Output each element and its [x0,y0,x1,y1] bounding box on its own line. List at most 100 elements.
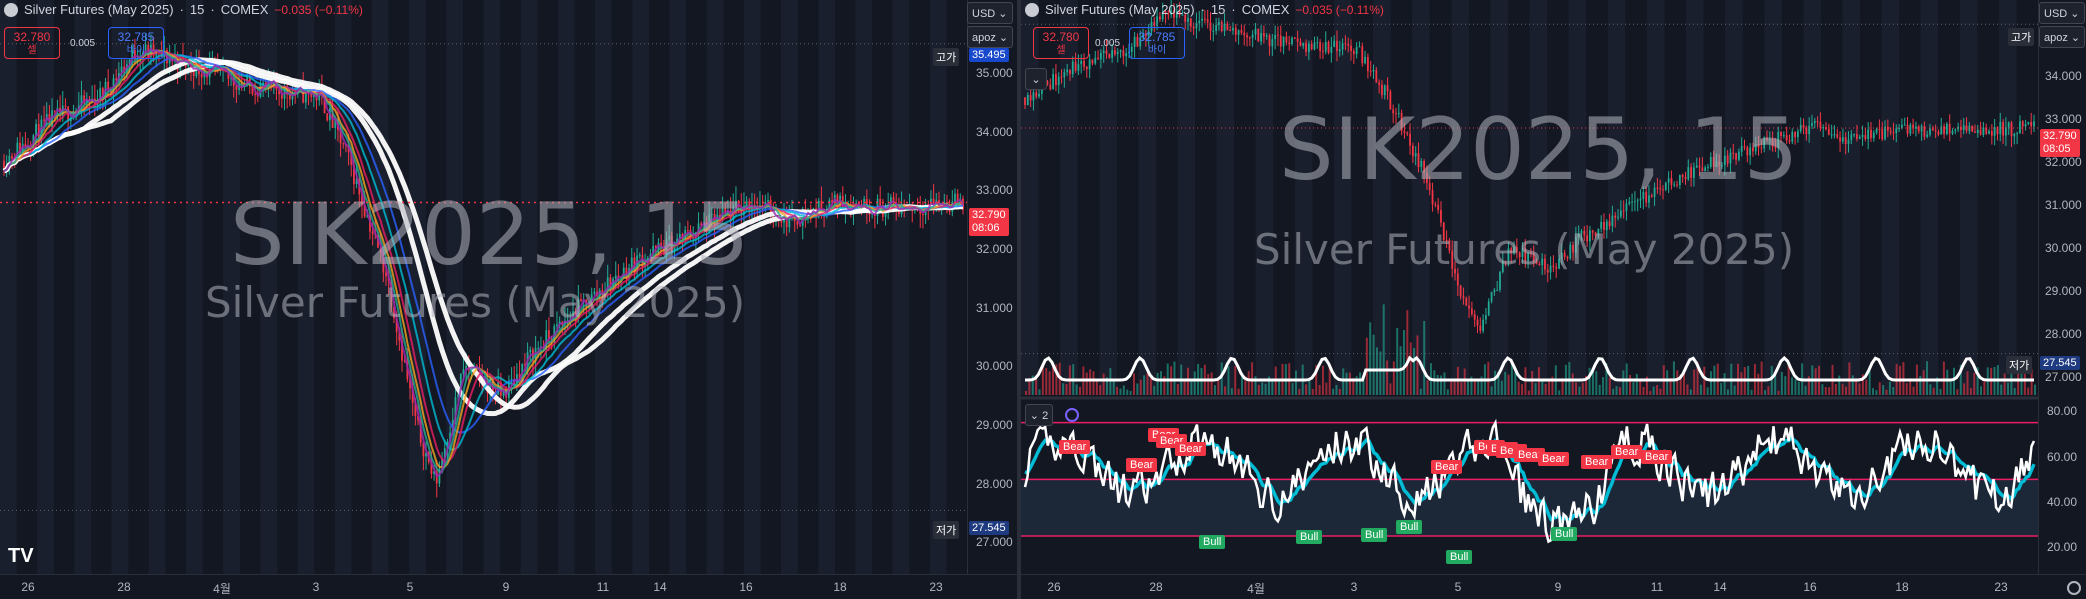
right-candle [1114,50,1116,55]
right-candle [1232,27,1234,31]
right-candle [1954,129,1957,131]
left-sell-button[interactable]: 32.780 셀 [4,27,60,59]
right-volume-bar [1075,384,1078,395]
left-script-select[interactable]: apoz ⌄ [967,26,1013,48]
right-candle [1310,43,1313,50]
right-candle [1125,53,1128,57]
right-buy-button[interactable]: 32.785 바이 [1129,27,1185,59]
right-volume-bar [1500,380,1503,395]
right-volume-bar [1514,371,1517,395]
left-price-scale[interactable]: 35.000 34.000 33.000 32.000 31.000 30.000 29.0… [967,0,1017,599]
gear-icon[interactable] [2067,581,2081,595]
right-volume-bar [1838,375,1841,395]
right-volume-bar [1379,351,1382,395]
right-volume-bar [1882,384,1885,395]
right-volume-bar [1814,368,1817,395]
right-candle [1265,35,1268,37]
right-candle [1884,126,1886,140]
right-y-tick: 33.000 [2045,111,2082,126]
right-low-value: 27.545 [2040,356,2080,370]
right-session-band [1881,0,1900,395]
right-candle [1111,50,1114,58]
right-volume-bar [1359,372,1362,395]
right-volume-bar [1102,373,1105,395]
tradingview-logo[interactable]: TV [8,545,34,568]
right-candle [2016,133,2019,135]
right-volume-bar [1369,322,1372,395]
right-candle [1926,134,1929,137]
right-candle [2024,123,2027,127]
right-chart-pane[interactable]: Silver Futures (May 2025) · 15 · COMEX −… [1021,0,2086,599]
left-y-tick: 30.000 [976,359,1013,374]
right-candle [1240,30,1243,33]
right-price-scale[interactable]: 35.00034.00033.00032.00031.00030.00029.0… [2038,0,2086,599]
right-candle [1094,57,1097,64]
left-time-axis[interactable]: 26 28 4월 3 5 9 11 14 16 18 23 [0,574,1017,599]
left-interval[interactable]: 15 [190,2,204,17]
right-candle [1049,84,1052,90]
right-candle [1099,52,1102,60]
right-script-select[interactable]: apoz ⌄ [2039,26,2085,48]
right-price-plot[interactable] [1021,0,2038,575]
indicator-collapse-button[interactable]: ⌄ 2 [1025,404,1053,426]
right-candle [1811,123,1813,126]
right-volume-bar [1085,372,1088,395]
right-candle [1220,21,1223,32]
right-volume-bar [1973,372,1976,395]
right-volume-bar [1946,369,1949,395]
left-x-tick: 4월 [213,582,231,596]
right-volume-bar [1294,370,1297,395]
right-sell-button[interactable]: 32.780 셀 [1033,27,1089,59]
right-candle [1097,57,1099,60]
right-candle [1479,325,1482,331]
right-time-axis[interactable]: 26 28 4월 3 5 9 11 14 16 18 23 [1021,574,2086,599]
right-candle [1476,319,1479,326]
right-symbol-name[interactable]: Silver Futures (May 2025) [1045,2,1195,17]
left-candle [64,105,67,107]
right-candle [1229,30,1232,32]
right-candle [1861,134,1864,137]
right-candle [1839,137,1841,142]
right-interval[interactable]: 15 [1211,2,1225,17]
right-candle [1035,92,1038,97]
right-candle [1499,271,1501,290]
right-candle [1827,129,1830,135]
right-candle [1898,127,1900,129]
right-candle [1285,36,1288,43]
left-chart-pane[interactable]: Silver Futures (May 2025) · 15 · COMEX −… [0,0,1017,599]
right-volume-bar [1598,384,1601,395]
left-y-tick: 27.000 [976,535,1013,550]
right-candle [1198,20,1201,24]
right-volume-bar [1757,373,1760,395]
right-candle [1251,34,1254,38]
right-candle [1490,291,1493,302]
right-volume-bar [1966,371,1969,395]
right-volume-bar [1494,370,1497,395]
right-candle [1248,37,1251,39]
right-candle [1920,126,1923,132]
right-x-tick: 14 [1713,580,1727,594]
right-volume-bar [1318,384,1321,395]
left-currency-select[interactable]: USD ⌄ [967,2,1013,24]
right-x-tick: 11 [1650,580,1664,594]
right-currency-select[interactable]: USD ⌄ [2039,2,2085,24]
right-candle [1934,130,1937,132]
right-volume-bar [1635,374,1638,395]
left-session-band [37,0,54,575]
right-volume-bar [1132,373,1135,395]
right-volume-bar [1308,379,1311,395]
collapse-chevron-icon[interactable]: ⌄ [1025,68,1047,90]
indicator-settings-icon[interactable] [1065,408,1079,422]
left-symbol-name[interactable]: Silver Futures (May 2025) [24,2,174,17]
left-buy-button[interactable]: 32.785 바이 [108,27,164,59]
right-volume-bar [1885,389,1888,395]
right-y-tick: 31.000 [2045,198,2082,212]
right-candle [1962,125,1965,131]
right-candle [1257,28,1260,42]
right-volume-bar [1446,389,1449,395]
right-volume-bar [1338,388,1341,395]
right-candle [1833,134,1836,136]
right-candle [1971,125,1974,132]
right-candle [1277,34,1279,36]
right-candle [1437,204,1440,210]
